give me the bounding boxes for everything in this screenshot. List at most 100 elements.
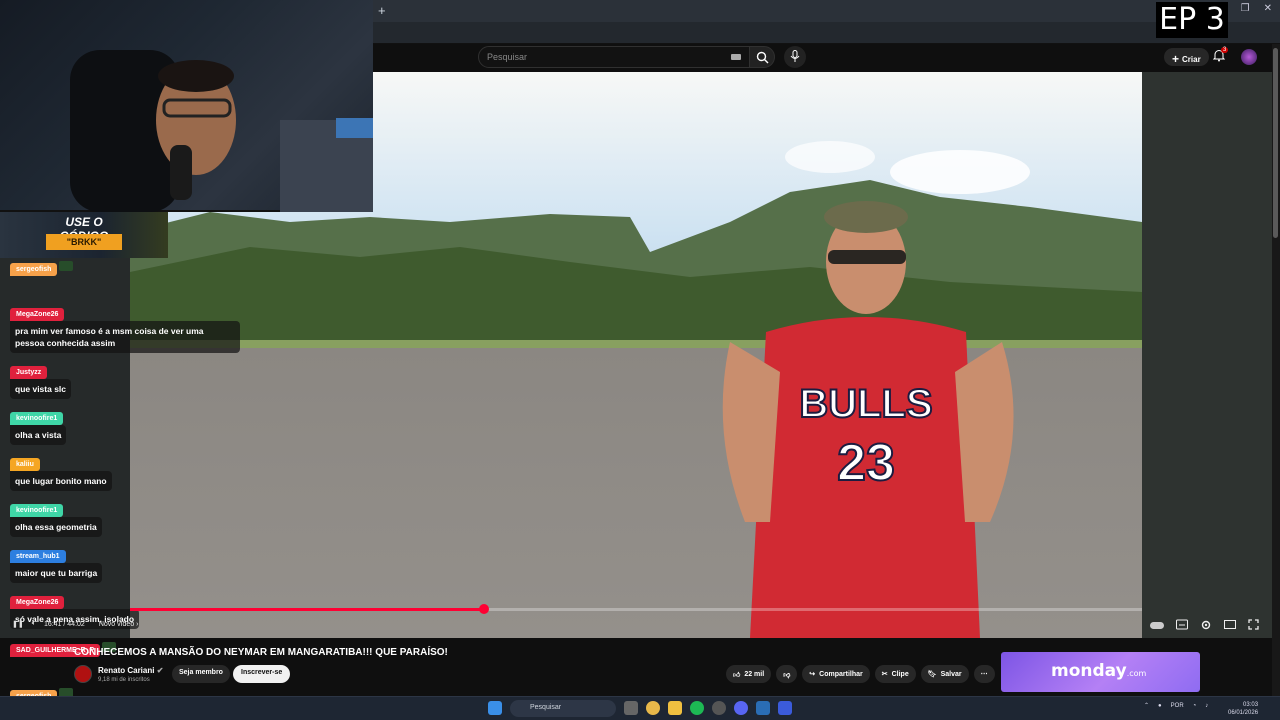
obs-icon[interactable] <box>712 701 726 715</box>
new-tab-button[interactable]: + <box>378 3 386 18</box>
progress-bar[interactable] <box>130 608 1142 611</box>
chat-message: kaliiu que lugar bonito mano <box>10 453 112 491</box>
plus-icon: + <box>1172 52 1180 66</box>
player-controls-right <box>1150 619 1259 631</box>
steam-icon[interactable] <box>756 701 770 715</box>
task-view-icon[interactable] <box>624 701 638 715</box>
notification-count: 3 <box>1221 47 1229 53</box>
ad-banner[interactable]: monday.com <box>1001 652 1200 692</box>
close-icon[interactable]: ✕ <box>1264 3 1272 14</box>
thumbs-up-icon: 👍︎ <box>733 671 741 679</box>
chat-text: pra mim ver famoso é a msm coisa de ver … <box>10 321 240 353</box>
clip-label: Clipe <box>891 670 909 678</box>
autoplay-toggle[interactable] <box>1150 622 1164 629</box>
progress-scrubber[interactable] <box>479 604 489 614</box>
search-placeholder: Pesquisar <box>487 52 528 62</box>
svg-text:23: 23 <box>837 434 895 492</box>
chat-username[interactable]: kevinoofire1 <box>10 412 64 425</box>
file-explorer-icon[interactable] <box>668 701 682 715</box>
system-tray: ⌃ ● POR ◔ ♪ <box>1144 702 1208 710</box>
join-button[interactable]: Seja membro <box>172 665 230 683</box>
scissors-icon: ✂ <box>881 671 888 678</box>
app-icon[interactable] <box>778 701 792 715</box>
chat-message: sergeofish <box>10 258 74 276</box>
search-input[interactable]: Pesquisar <box>478 46 750 68</box>
save-button[interactable]: 🔖︎ Salvar <box>920 665 969 683</box>
chat-username[interactable]: sergeofish <box>10 263 58 276</box>
taskbar-clock[interactable]: 03:03 06/01/2026 <box>1228 701 1258 717</box>
chat-text: olha essa geometria <box>10 517 102 537</box>
chat-username[interactable]: MegaZone26 <box>10 596 65 609</box>
chat-username[interactable]: Justyzz <box>10 366 48 379</box>
channel-avatar[interactable] <box>74 665 92 683</box>
thumbs-down-icon: 👎︎ <box>783 671 791 679</box>
save-label: Salvar <box>940 670 962 678</box>
voice-search-button[interactable] <box>784 46 806 68</box>
keyboard-icon[interactable] <box>731 54 741 60</box>
chat-text: maior que tu barriga <box>10 563 103 583</box>
fullscreen-icon[interactable] <box>1248 619 1259 630</box>
dislike-button[interactable]: 👎︎ <box>776 665 798 683</box>
video-title: CONHECEMOS A MANSÃO DO NEYMAR EM MANGARA… <box>74 647 448 658</box>
restore-icon[interactable]: ❐ <box>1241 3 1250 14</box>
share-label: Compartilhar <box>819 670 863 678</box>
start-icon[interactable] <box>488 701 502 715</box>
discord-icon[interactable] <box>734 701 748 715</box>
chat-username[interactable]: kevinoofire1 <box>10 504 64 517</box>
chat-emote-icon <box>59 261 74 271</box>
chat-message: MegaZone26 pra mim ver famoso é a msm coi… <box>10 303 240 353</box>
clock-time: 03:03 <box>1243 702 1259 708</box>
volume-icon[interactable]: 🔈︎ <box>32 620 36 628</box>
promo-banner: USE O CÓDIGO "BRKK" <box>0 212 168 258</box>
chrome-icon[interactable] <box>646 701 660 715</box>
window-controls: – ❐ ✕ <box>1221 3 1272 14</box>
lang-indicator[interactable]: POR <box>1171 703 1184 709</box>
mic-tray-icon[interactable]: ● <box>1158 703 1162 709</box>
mic-icon <box>790 50 800 62</box>
streamer-webcam <box>0 0 373 212</box>
chat-message: Justyzz que vista slc <box>10 361 72 399</box>
taskbar-search[interactable]: Pesquisar <box>510 700 616 717</box>
search-icon <box>756 51 769 64</box>
theater-mode-icon[interactable] <box>1224 619 1236 630</box>
clip-button[interactable]: ✂ Clipe <box>874 665 916 683</box>
more-icon: ⋯ <box>980 671 988 678</box>
taskbar-pinned <box>624 701 792 715</box>
speaker-icon[interactable]: ♪ <box>1205 703 1208 709</box>
ad-brand-suffix: .com <box>1126 669 1147 678</box>
chat-message: kevinoofire1 olha essa geometria <box>10 499 102 537</box>
chat-username[interactable]: kaliiu <box>10 458 40 471</box>
pause-icon[interactable]: ❚❚ <box>12 620 24 628</box>
chevron-up-icon[interactable]: ⌃ <box>1144 702 1149 709</box>
progress-fill <box>130 608 485 611</box>
scrollbar-thumb[interactable] <box>1273 48 1278 238</box>
chat-username[interactable]: stream_hub1 <box>10 550 66 563</box>
create-button[interactable]: + Criar <box>1164 48 1209 66</box>
chat-text: que vista slc <box>10 379 72 399</box>
svg-text:BULLS: BULLS <box>799 382 932 426</box>
chat-text: olha a vista <box>10 425 67 445</box>
page-scrollbar[interactable] <box>1272 44 1280 696</box>
spotify-icon[interactable] <box>690 701 704 715</box>
search-button[interactable] <box>749 46 775 68</box>
next-video-label: Novo vídeo <box>98 620 135 628</box>
webcam-frame <box>70 50 373 212</box>
wifi-icon[interactable]: ◔ <box>1193 703 1197 709</box>
subtitles-icon[interactable] <box>1176 619 1188 630</box>
subscribe-button[interactable]: Inscrever-se <box>233 665 291 683</box>
more-actions-button[interactable]: ⋯ <box>973 665 995 683</box>
chat-username[interactable]: MegaZone26 <box>10 308 65 321</box>
create-label: Criar <box>1182 55 1201 64</box>
next-video-chip[interactable]: Novo vídeo › <box>99 621 139 628</box>
share-button[interactable]: ↪ Compartilhar <box>802 665 870 683</box>
taskbar-search-label: Pesquisar <box>530 704 562 711</box>
settings-icon[interactable] <box>1200 619 1212 631</box>
account-avatar[interactable] <box>1241 49 1257 65</box>
windows-taskbar: Pesquisar ⌃ ● POR ◔ ♪ 03:03 06/01/2026 <box>0 696 1280 720</box>
channel-name-text: Renato Cariani <box>98 666 155 675</box>
like-count: 22 mil <box>744 670 765 678</box>
like-button[interactable]: 👍︎ 22 mil <box>726 665 772 683</box>
bookmark-icon: 🔖︎ <box>927 671 937 678</box>
channel-name[interactable]: Renato Cariani ✔ <box>98 666 163 675</box>
clock-date: 06/01/2026 <box>1228 710 1259 716</box>
